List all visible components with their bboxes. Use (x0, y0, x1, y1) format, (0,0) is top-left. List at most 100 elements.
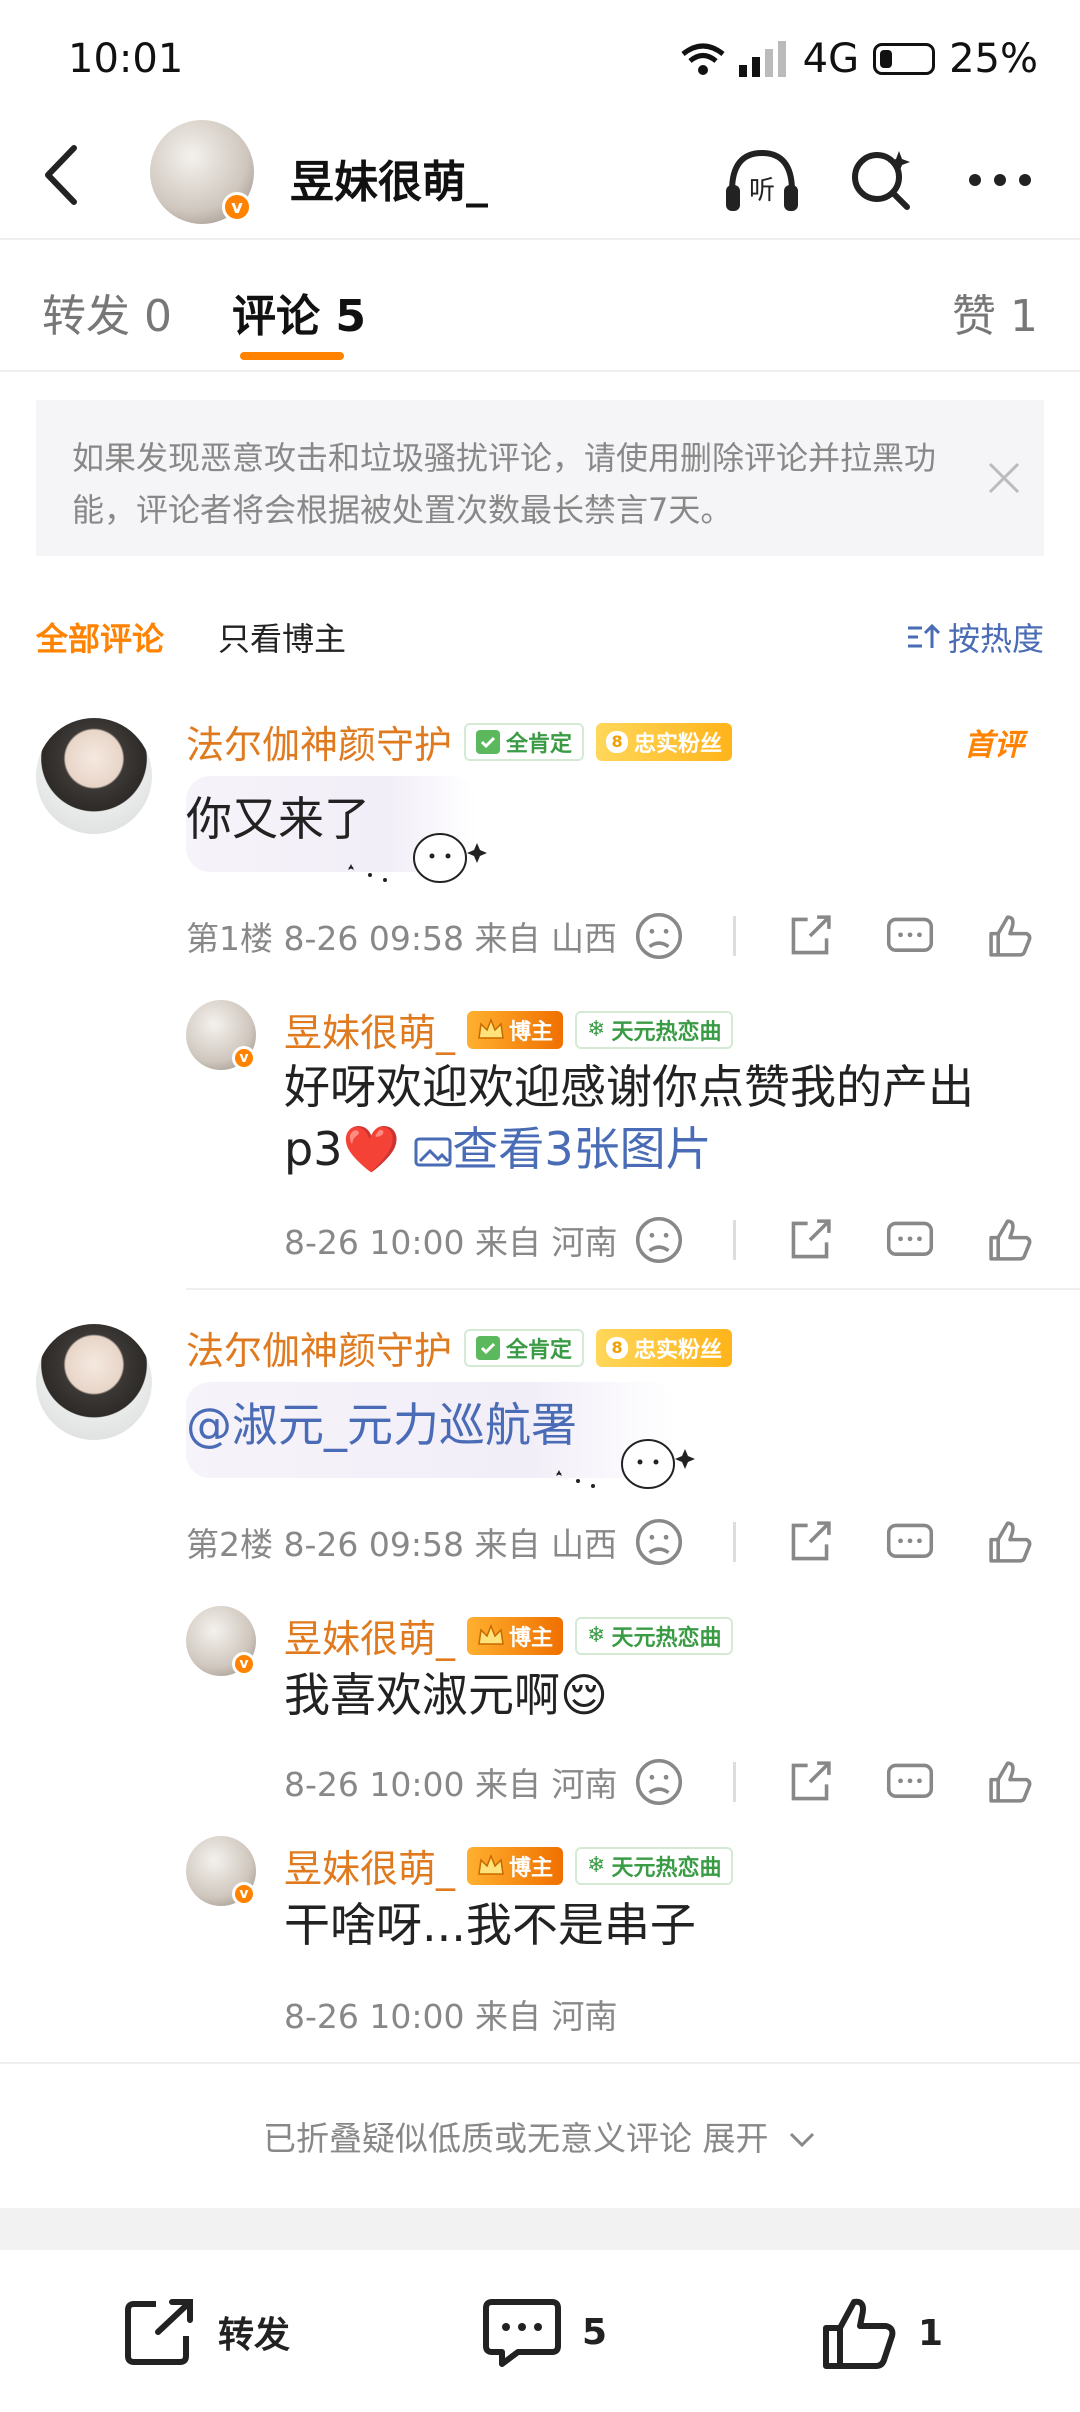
reply-meta: 8-26 10:00 来自 河南 (284, 1765, 618, 1804)
reply-header: 昱妹很萌_ 博主 ❄ 天元热恋曲 (284, 1002, 734, 1057)
badge-music[interactable]: ❄ 天元热恋曲 (575, 1616, 734, 1655)
commenter-name[interactable]: 法尔伽神颜守护 (186, 1320, 452, 1375)
comment-meta: 第1楼 8-26 09:58 来自 山西 (186, 919, 617, 958)
like-button[interactable]: 1 (822, 2296, 943, 2370)
commenter-name[interactable]: 法尔伽神颜守护 (186, 714, 452, 769)
filter-all-comments[interactable]: 全部评论 (36, 614, 164, 660)
badge-music[interactable]: ❄ 天元热恋曲 (575, 1010, 734, 1049)
like-icon[interactable] (984, 1214, 1036, 1266)
comment-icon (483, 2299, 561, 2367)
reply-user-name[interactable]: 昱妹很萌_ (284, 1838, 455, 1893)
check-icon (476, 729, 501, 754)
dislike-face-icon[interactable] (633, 1516, 685, 1568)
crown-icon (478, 1017, 504, 1039)
notice-text: 如果发现恶意攻击和垃圾骚扰评论，请使用删除评论并拉黑功能，评论者将会根据被处置次… (72, 439, 937, 529)
like-icon[interactable] (984, 910, 1036, 962)
tab-comments[interactable]: 评论 5 (232, 280, 366, 344)
repost-button[interactable]: 转发 (122, 2296, 290, 2368)
crown-icon (478, 1853, 504, 1875)
tab-likes[interactable]: 赞 1 (952, 280, 1038, 344)
like-icon[interactable] (984, 1756, 1036, 1808)
snowflake-icon: ❄ (587, 1017, 606, 1042)
snowflake-icon: ❄ (587, 1853, 606, 1878)
reply-icon[interactable] (884, 910, 936, 962)
search-icon[interactable] (840, 138, 924, 222)
badge-blogger[interactable]: 博主 (467, 1846, 564, 1885)
badge-blogger[interactable]: 博主 (467, 1010, 564, 1049)
snowflake-icon: ❄ (587, 1623, 606, 1648)
share-icon[interactable] (784, 1214, 836, 1266)
reply-meta: 8-26 10:00 来自 河南 (284, 1223, 618, 1262)
filter-blogger-only[interactable]: 只看博主 (218, 614, 346, 660)
reply-icon[interactable] (884, 1214, 936, 1266)
signal-icon (738, 41, 786, 77)
section-divider (0, 2062, 1080, 2064)
check-icon (476, 1335, 501, 1360)
reply-text: 我喜欢淑元啊😌 (284, 1668, 608, 1722)
badge-music[interactable]: ❄ 天元热恋曲 (575, 1846, 734, 1885)
comment-mention-text[interactable]: @淑元_元力巡航署 (186, 1394, 577, 1456)
bubble-decor-icon (348, 833, 487, 883)
commenter-avatar[interactable] (36, 718, 152, 834)
like-icon[interactable] (984, 1516, 1036, 1568)
comment-actions (633, 1516, 1036, 1568)
active-tab-indicator (240, 352, 344, 360)
badge-fan[interactable]: 8 忠实粉丝 (596, 1328, 733, 1367)
comment-button[interactable]: 5 (482, 2296, 607, 2368)
reply-text: 干啥呀...我不是串子 (284, 1898, 696, 1952)
sort-by-hot[interactable]: 按热度 (906, 614, 1044, 660)
reply-meta: 8-26 10:00 来自 河南 (284, 1997, 618, 2036)
verified-badge-icon: v (232, 1652, 256, 1676)
verified-badge-icon: v (232, 1882, 256, 1906)
reply-user-name[interactable]: 昱妹很萌_ (284, 1002, 455, 1057)
fan-level-icon: 8 (606, 1336, 629, 1359)
notice-banner: 如果发现恶意攻击和垃圾骚扰评论，请使用删除评论并拉黑功能，评论者将会根据被处置次… (36, 400, 1044, 556)
folded-text: 已折叠疑似低质或无意义评论 展开 (263, 2119, 769, 2158)
like-icon (823, 2298, 896, 2369)
folded-comments-toggle[interactable]: 已折叠疑似低质或无意义评论 展开 (0, 2112, 1080, 2160)
comment-count: 5 (582, 2311, 608, 2353)
reply-icon[interactable] (884, 1756, 936, 1808)
share-icon[interactable] (784, 1516, 836, 1568)
more-icon[interactable] (958, 138, 1042, 222)
reply-user-name[interactable]: 昱妹很萌_ (284, 1608, 455, 1663)
dislike-face-icon[interactable] (633, 1214, 685, 1266)
share-icon[interactable] (784, 910, 836, 962)
reply-header: 昱妹很萌_ 博主 ❄ 天元热恋曲 (284, 1838, 734, 1893)
share-icon[interactable] (784, 1756, 836, 1808)
reply-actions (633, 1756, 1036, 1808)
reply-actions (633, 1214, 1036, 1266)
comment-header: 法尔伽神颜守护 全肯定 8 忠实粉丝 (186, 1320, 733, 1375)
comment-actions (633, 910, 1036, 962)
close-icon[interactable] (984, 458, 1024, 498)
dislike-face-icon[interactable] (633, 910, 685, 962)
commenter-avatar[interactable] (36, 1324, 152, 1440)
comment-meta-row: 第2楼 8-26 09:58 来自 山西 (186, 1516, 1036, 1568)
badge-blogger[interactable]: 博主 (467, 1616, 564, 1655)
listen-icon[interactable]: 听 (720, 138, 804, 222)
badge-quanken[interactable]: 全肯定 (464, 1328, 585, 1367)
badge-quanken[interactable]: 全肯定 (464, 722, 585, 761)
reply-icon[interactable] (884, 1516, 936, 1568)
repost-icon (125, 2299, 193, 2365)
bubble-decor-icon (556, 1439, 695, 1489)
fan-level-icon: 8 (606, 730, 629, 753)
badge-fan[interactable]: 8 忠实粉丝 (596, 722, 733, 761)
view-images-link[interactable]: 查看3张图片 (414, 1122, 712, 1176)
reply-meta-row: 8-26 10:00 来自 河南 (284, 1756, 1036, 1808)
status-bar: 10:01 4G 25% (0, 0, 1080, 120)
wifi-icon (681, 43, 725, 75)
status-icons: 4G 25% (681, 36, 1038, 82)
comment-divider (186, 1288, 1080, 1290)
dislike-face-icon[interactable] (633, 1756, 685, 1808)
bottom-separator (0, 2208, 1080, 2250)
page-title[interactable]: 昱妹很萌_ (290, 146, 488, 210)
comment-meta-row: 第1楼 8-26 09:58 来自 山西 (186, 910, 1036, 962)
like-count: 1 (918, 2312, 944, 2354)
crown-icon (478, 1623, 504, 1645)
network-type: 4G (802, 36, 860, 82)
sort-icon (907, 623, 940, 648)
back-arrow-icon[interactable] (38, 140, 88, 210)
divider (733, 1522, 736, 1562)
tab-repost[interactable]: 转发 0 (42, 280, 172, 344)
